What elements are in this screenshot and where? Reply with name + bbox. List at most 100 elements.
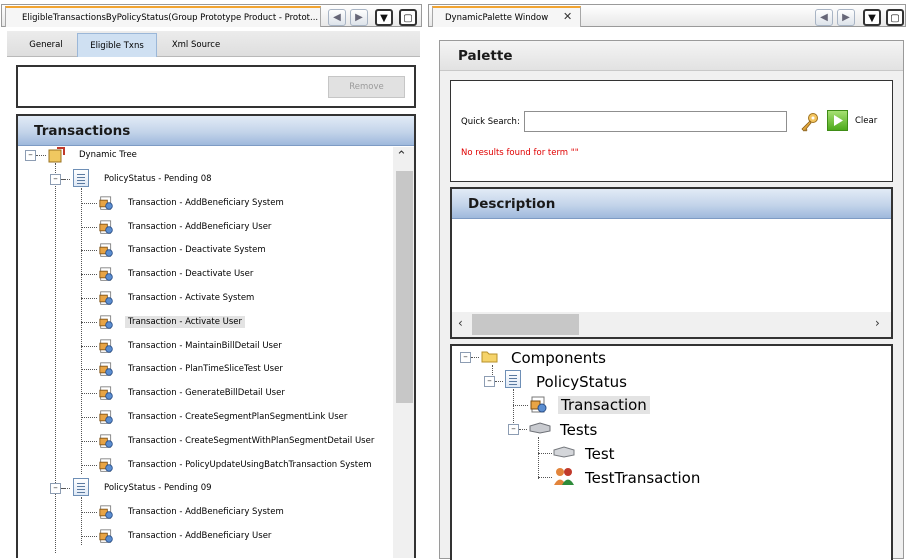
run-search-icon[interactable]	[827, 110, 848, 131]
transaction-icon	[530, 396, 548, 414]
transaction-label: Transaction - CreateSegmentWithPlanSegme…	[128, 435, 375, 446]
left-window-header: EligibleTransactionsByPolicyStatus(Group…	[1, 4, 422, 27]
palette-title: Palette	[440, 41, 903, 71]
transaction-icon	[99, 267, 114, 282]
transaction-icon	[99, 410, 114, 425]
tree-scrollbar[interactable]: ⌃	[393, 147, 414, 558]
tree-transaction-item[interactable]: Transaction - MaintainBillDetail User	[125, 338, 285, 356]
tree-connector	[81, 464, 97, 466]
hscroll-thumb[interactable]	[472, 314, 579, 335]
remove-button[interactable]: Remove	[328, 76, 405, 98]
collapse-root-icon[interactable]: –	[25, 150, 36, 161]
transaction-label: Transaction - CreateSegmentPlanSegmentLi…	[128, 412, 348, 422]
maximize-icon-2[interactable]: ▢	[886, 9, 904, 26]
transactions-tree: – Dynamic Tree – PolicyStatus - Pending 08 T…	[18, 147, 393, 558]
tree-transaction-item[interactable]: Transaction - CreateSegmentWithPlanSegme…	[125, 433, 377, 451]
search-key-icon[interactable]	[798, 111, 820, 133]
tab-scroll-right-icon[interactable]: ▶	[350, 9, 368, 26]
clear-button[interactable]: Clear	[855, 116, 877, 126]
scrollbar-thumb[interactable]	[396, 171, 413, 403]
quick-search-label: Quick Search:	[461, 117, 520, 127]
tree-connector	[81, 497, 82, 546]
collapse-group-icon[interactable]: –	[50, 483, 61, 495]
test-transaction-label[interactable]: TestTransaction	[585, 469, 700, 487]
transaction-label: Transaction - Activate System	[128, 293, 255, 303]
left-window-tab[interactable]: EligibleTransactionsByPolicyStatus(Group…	[5, 6, 321, 27]
tree-transaction-item[interactable]: Transaction - PlanTimeSliceTest User	[125, 361, 286, 379]
tab-scroll-right-icon-2[interactable]: ▶	[837, 9, 855, 26]
tab-scroll-left-icon-2[interactable]: ◀	[815, 9, 833, 26]
transaction-icon	[99, 220, 114, 235]
transactions-panel: Transactions ⌃ – Dynamic Tree – PolicyStatu…	[16, 114, 416, 558]
test-label[interactable]: Test	[585, 445, 615, 463]
right-window: DynamicPalette Window ✕ ◀ ▶ ▼ ▢ Palette …	[428, 4, 906, 560]
transaction-icon	[99, 458, 114, 473]
close-icon[interactable]: ✕	[563, 10, 572, 23]
components-label[interactable]: Components	[511, 349, 606, 367]
transaction-label: Transaction - Deactivate User	[128, 269, 254, 280]
quick-search-panel: Quick Search: Clear No results found for…	[450, 80, 893, 182]
tree-transaction-item[interactable]: Transaction - GenerateBillDetail User	[125, 385, 288, 403]
collapse-policystatus-icon[interactable]: –	[484, 376, 495, 387]
transaction-label: Transaction - AddBeneficiary User	[128, 531, 272, 541]
scroll-up-icon[interactable]: ⌃	[396, 149, 407, 164]
scroll-left-icon[interactable]: ‹	[458, 316, 463, 330]
transaction-label[interactable]: Transaction	[558, 396, 650, 414]
transaction-label: Transaction - GenerateBillDetail User	[128, 388, 285, 399]
transaction-icon	[99, 196, 114, 211]
test-icon	[553, 446, 575, 458]
tree-transaction-item[interactable]: Transaction - AddBeneficiary User	[125, 528, 274, 546]
tree-transaction-item[interactable]: Transaction - CreateSegmentPlanSegmentLi…	[125, 409, 350, 427]
tree-root[interactable]: Dynamic Tree	[76, 147, 140, 165]
tree-connector	[81, 321, 97, 323]
scroll-right-icon[interactable]: ›	[875, 316, 880, 330]
collapse-group-icon[interactable]: –	[50, 174, 61, 185]
tree-connector	[81, 440, 97, 442]
transaction-label: Transaction - AddBeneficiary System	[128, 507, 284, 518]
maximize-icon[interactable]: ▢	[399, 9, 417, 26]
tab-list-dropdown-icon-2[interactable]: ▼	[863, 9, 881, 26]
tree-transaction-item[interactable]: Transaction - Deactivate System	[125, 242, 269, 260]
quick-search-input[interactable]	[524, 111, 787, 132]
policystatus-label[interactable]: PolicyStatus	[536, 373, 627, 391]
tab-general[interactable]: General	[15, 33, 77, 57]
tree-transaction-item[interactable]: Transaction - Deactivate User	[125, 266, 256, 284]
description-hscrollbar[interactable]: ‹ ›	[452, 312, 891, 337]
no-results-message: No results found for term ""	[461, 148, 579, 158]
tree-group[interactable]: PolicyStatus - Pending 08	[101, 171, 215, 189]
tab-scroll-left-icon[interactable]: ◀	[328, 9, 346, 26]
description-panel: Description ‹ ›	[450, 187, 893, 339]
transaction-icon	[99, 339, 114, 354]
dynamic-tree-icon	[48, 147, 65, 163]
tree-transaction-item[interactable]: Transaction - PolicyUpdateUsingBatchTran…	[125, 457, 375, 475]
test-transaction-icon	[553, 467, 575, 487]
tests-label[interactable]: Tests	[560, 421, 597, 439]
transaction-label: Transaction - PolicyUpdateUsingBatchTran…	[128, 459, 372, 470]
transaction-icon	[99, 362, 114, 377]
tree-connector	[81, 188, 82, 474]
policystatus-icon	[505, 370, 521, 388]
tab-xml-source[interactable]: Xml Source	[157, 33, 235, 57]
tree-transaction-item[interactable]: Transaction - AddBeneficiary System	[125, 504, 287, 522]
collapse-components-icon[interactable]: –	[460, 352, 471, 363]
folder-icon	[481, 349, 499, 364]
tab-list-dropdown-icon[interactable]: ▼	[375, 9, 393, 26]
tree-transaction-item[interactable]: Transaction - Activate User	[125, 314, 246, 332]
tree-transaction-item[interactable]: Transaction - AddBeneficiary User	[125, 219, 274, 237]
tree-group[interactable]: PolicyStatus - Pending 09	[101, 480, 215, 498]
right-window-header: DynamicPalette Window ✕ ◀ ▶ ▼ ▢	[428, 4, 906, 27]
right-window-tab[interactable]: DynamicPalette Window	[432, 6, 581, 27]
tab-eligible-txns[interactable]: Eligible Txns	[77, 33, 157, 57]
left-window: EligibleTransactionsByPolicyStatus(Group…	[1, 4, 422, 558]
remove-toolbar: Remove	[16, 65, 416, 108]
policy-status-icon	[73, 478, 89, 497]
tree-transaction-item[interactable]: Transaction - Activate System	[125, 290, 257, 308]
policy-status-icon	[73, 169, 89, 187]
tree-connector	[538, 453, 552, 454]
tree-connector	[513, 405, 528, 406]
tree-connector	[81, 298, 97, 299]
right-window-title: DynamicPalette Window	[445, 13, 549, 23]
tree-transaction-item[interactable]: Transaction - AddBeneficiary System	[125, 195, 287, 213]
transaction-label: Transaction - Activate User	[125, 315, 246, 328]
collapse-tests-icon[interactable]: –	[508, 424, 519, 435]
